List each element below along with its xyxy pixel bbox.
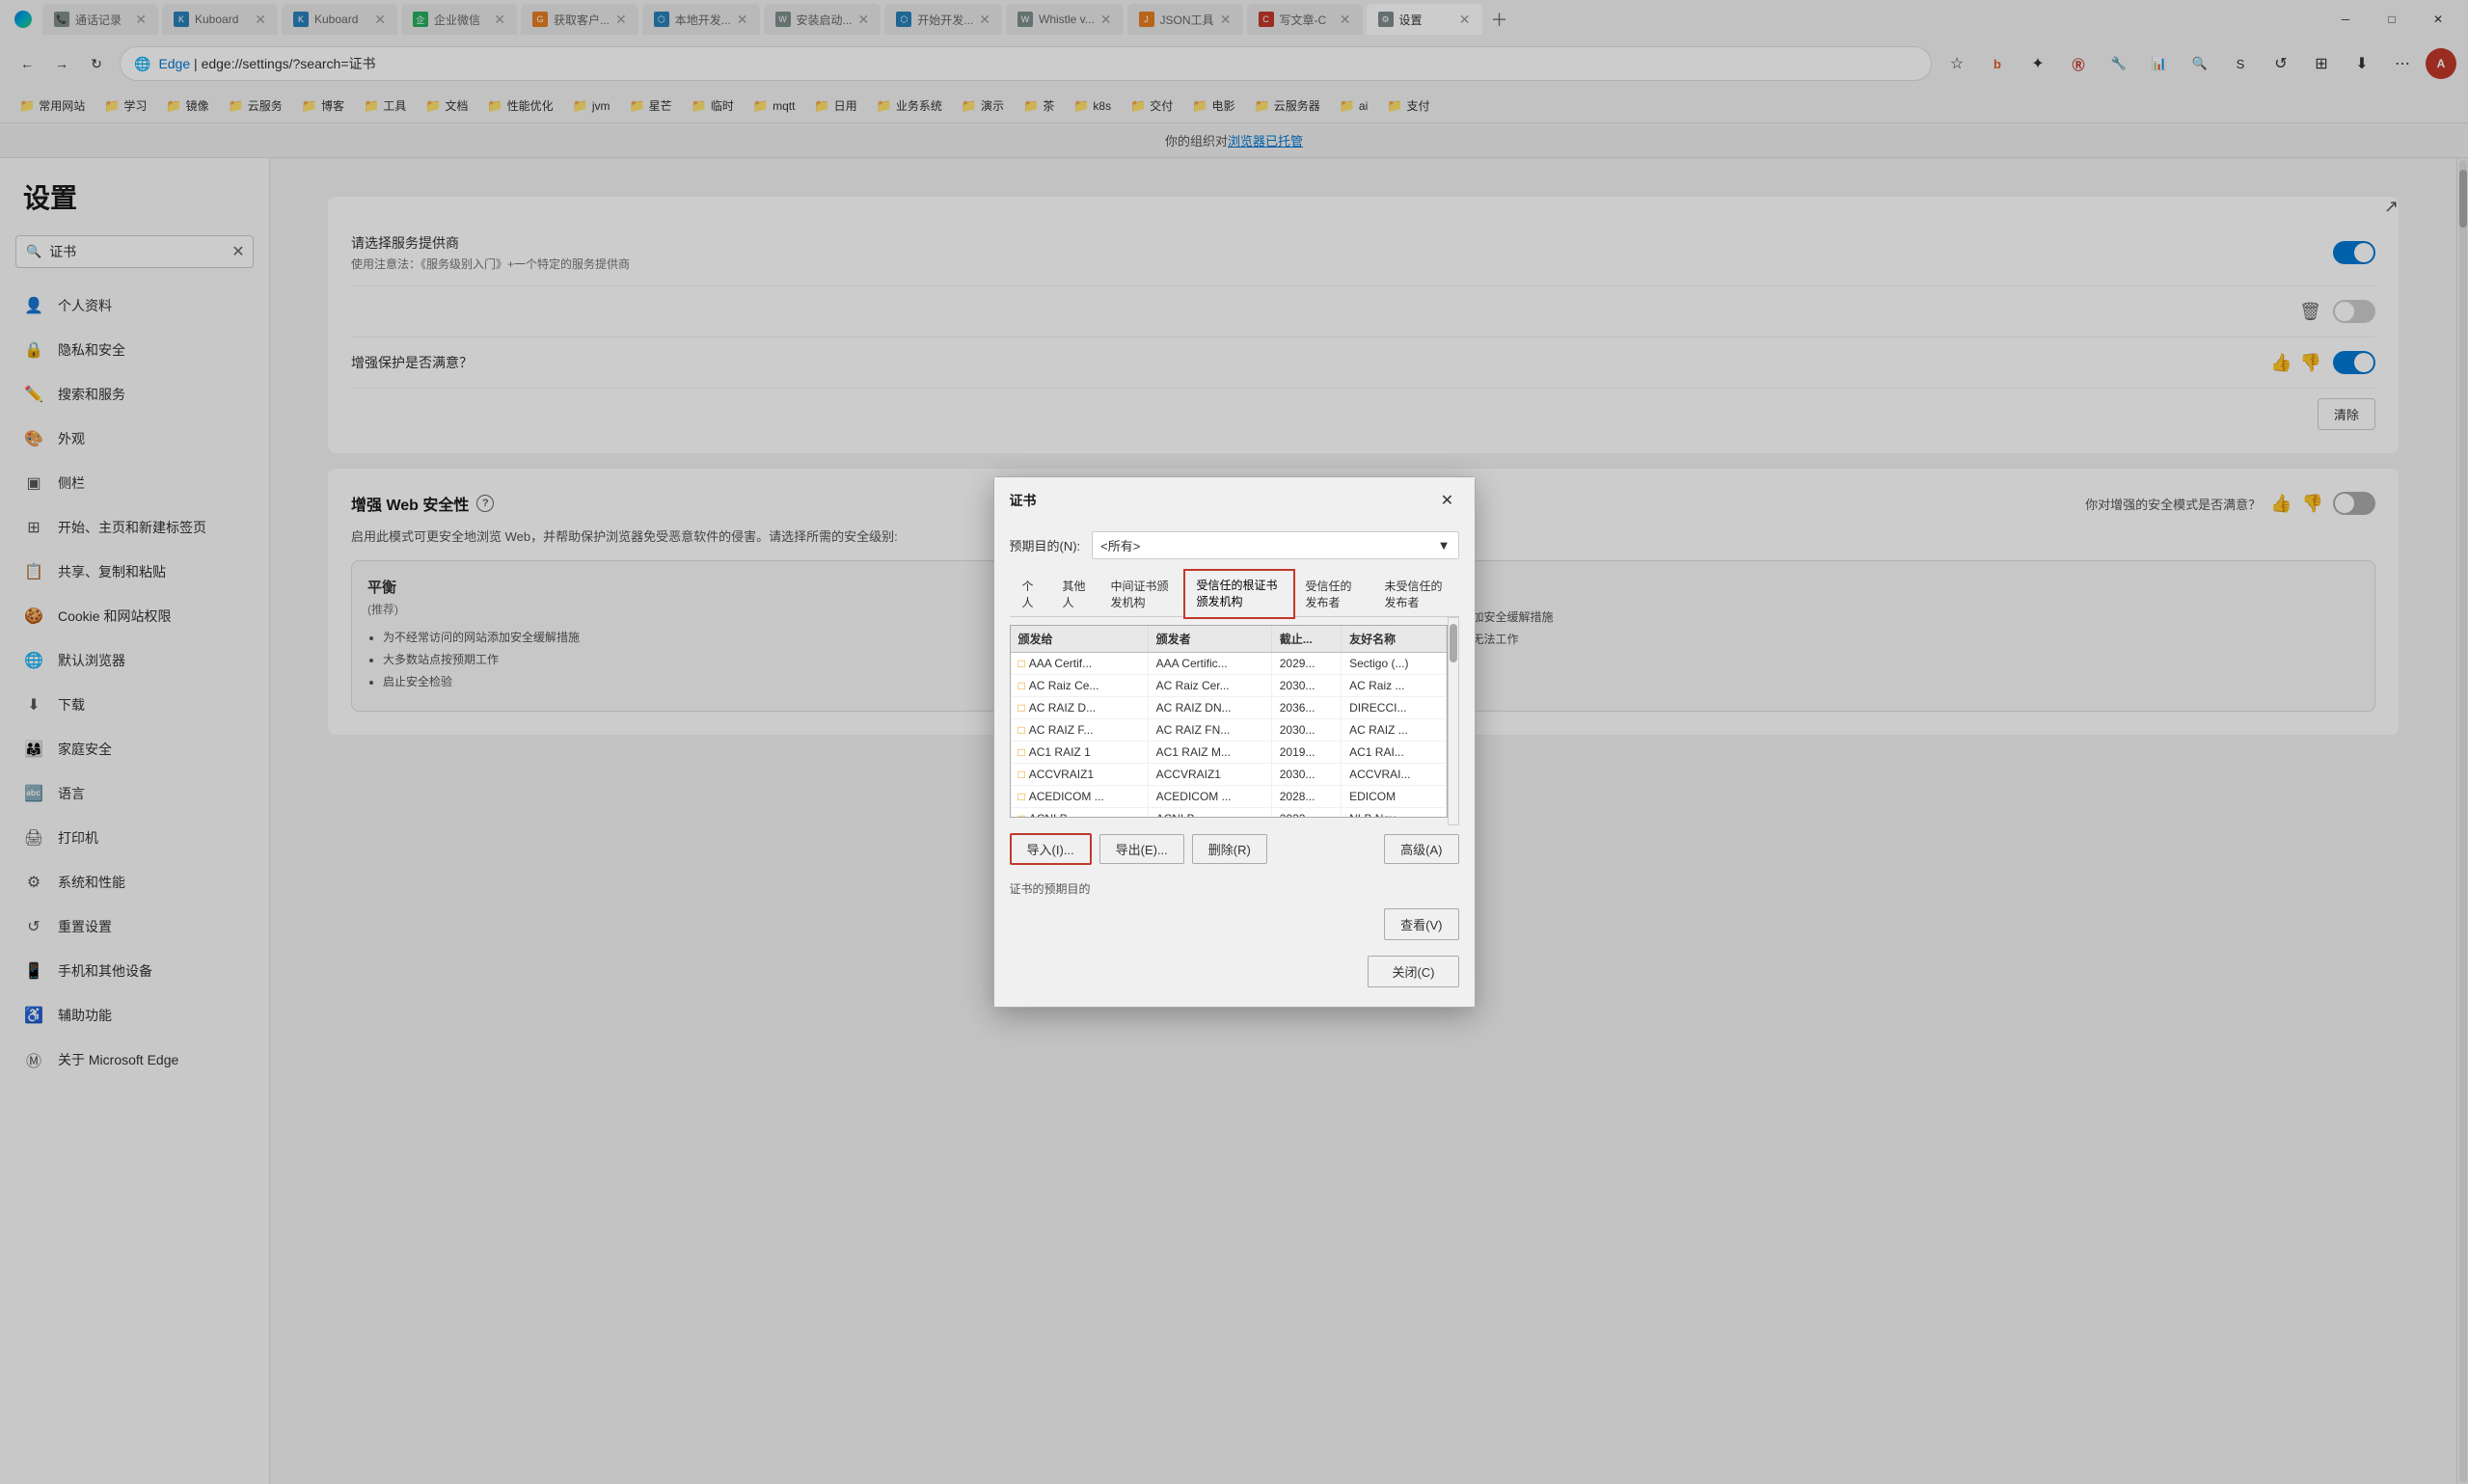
cert-icon-5: □ bbox=[1018, 768, 1025, 781]
cert-issuer-6: ACEDICOM ... bbox=[1148, 786, 1271, 808]
cert-expires-4: 2019... bbox=[1271, 742, 1341, 764]
cert-issuer-0: AAA Certific... bbox=[1148, 653, 1271, 675]
cert-issued-to-3: □AC RAIZ F... bbox=[1011, 719, 1149, 742]
cert-friendly-6: EDICOM bbox=[1342, 786, 1446, 808]
dialog-close-main-button[interactable]: 关闭(C) bbox=[1368, 956, 1458, 987]
export-button[interactable]: 导出(E)... bbox=[1099, 834, 1184, 864]
dialog-title-bar: 证书 ✕ bbox=[994, 477, 1475, 520]
cert-row-6[interactable]: □ACEDICOM ... ACEDICOM ... 2028... EDICO… bbox=[1011, 786, 1447, 808]
dialog-purpose-value: <所有> bbox=[1100, 536, 1140, 554]
cert-row-7[interactable]: □ACNLB ACNLB 2023... NLB Nov... bbox=[1011, 808, 1447, 819]
cert-friendly-4: AC1 RAI... bbox=[1342, 742, 1446, 764]
cert-issued-to-6: □ACEDICOM ... bbox=[1011, 786, 1149, 808]
cert-expires-2: 2036... bbox=[1271, 697, 1341, 719]
cert-icon-4: □ bbox=[1018, 745, 1025, 759]
cert-issued-to-1: □AC Raiz Ce... bbox=[1011, 675, 1149, 697]
table-scrollbar[interactable] bbox=[1448, 617, 1459, 825]
cert-row-0[interactable]: □AAA Certif... AAA Certific... 2029... S… bbox=[1011, 653, 1447, 675]
cert-issued-to-0: □AAA Certif... bbox=[1011, 653, 1149, 675]
dialog-tabs: 个人 其他人 中间证书颁发机构 受信任的根证书颁发机构 受信任的发布者 未受信任… bbox=[1010, 571, 1459, 617]
cert-issuer-7: ACNLB bbox=[1148, 808, 1271, 819]
dialog-purpose-info-text: 证书的预期目的 bbox=[1010, 877, 1459, 904]
cert-icon-7: □ bbox=[1018, 812, 1025, 818]
certificate-dialog: 证书 ✕ 预期目的(N): <所有> ▼ 个人 其他人 bbox=[993, 476, 1476, 1008]
delete-button[interactable]: 删除(R) bbox=[1192, 834, 1267, 864]
dialog-close-x-button[interactable]: ✕ bbox=[1436, 489, 1459, 512]
chevron-down-icon: ▼ bbox=[1438, 538, 1451, 553]
col-issued-to: 颁发给 bbox=[1011, 626, 1149, 653]
cert-icon-1: □ bbox=[1018, 679, 1025, 692]
cert-issued-to-2: □AC RAIZ D... bbox=[1011, 697, 1149, 719]
dialog-tab-untrusted-publishers[interactable]: 未受信任的发布者 bbox=[1372, 571, 1459, 617]
dialog-title-text: 证书 bbox=[1010, 491, 1037, 510]
dialog-tab-trusted-root-ca[interactable]: 受信任的根证书颁发机构 bbox=[1185, 571, 1293, 617]
cert-row-1[interactable]: □AC Raiz Ce... AC Raiz Cer... 2030... AC… bbox=[1011, 675, 1447, 697]
cert-icon-6: □ bbox=[1018, 790, 1025, 803]
cert-row-4[interactable]: □AC1 RAIZ 1 AC1 RAIZ M... 2019... AC1 RA… bbox=[1011, 742, 1447, 764]
cert-icon-0: □ bbox=[1018, 657, 1025, 670]
cert-expires-7: 2023... bbox=[1271, 808, 1341, 819]
table-scrollbar-track bbox=[1449, 618, 1458, 824]
import-button[interactable]: 导入(I)... bbox=[1010, 833, 1092, 865]
cert-expires-5: 2030... bbox=[1271, 764, 1341, 786]
cert-issuer-1: AC Raiz Cer... bbox=[1148, 675, 1271, 697]
cert-issuer-4: AC1 RAIZ M... bbox=[1148, 742, 1271, 764]
col-friendly: 友好名称 bbox=[1342, 626, 1446, 653]
dialog-footer: 关闭(C) bbox=[1010, 948, 1459, 995]
cert-issued-to-4: □AC1 RAIZ 1 bbox=[1011, 742, 1149, 764]
cert-expires-3: 2030... bbox=[1271, 719, 1341, 742]
cert-icon-3: □ bbox=[1018, 723, 1025, 737]
cert-row-5[interactable]: □ACCVRAIZ1 ACCVRAIZ1 2030... ACCVRAI... bbox=[1011, 764, 1447, 786]
cert-issuer-5: ACCVRAIZ1 bbox=[1148, 764, 1271, 786]
dialog-body: 预期目的(N): <所有> ▼ 个人 其他人 中间证书颁发机构 受信任的根 bbox=[994, 520, 1475, 1007]
cert-table-container: 颁发给 颁发者 截止... 友好名称 □AAA Certif... AAA Ce… bbox=[1010, 617, 1459, 825]
col-issuer: 颁发者 bbox=[1148, 626, 1271, 653]
cert-friendly-7: NLB Nov... bbox=[1342, 808, 1446, 819]
cert-icon-2: □ bbox=[1018, 701, 1025, 715]
dialog-tab-trusted-publishers[interactable]: 受信任的发布者 bbox=[1293, 571, 1372, 617]
dialog-tab-intermediate-ca[interactable]: 中间证书颁发机构 bbox=[1098, 571, 1185, 617]
dialog-actions: 导入(I)... 导出(E)... 删除(R) 高级(A) bbox=[1010, 825, 1459, 877]
dialog-purpose-label: 预期目的(N): bbox=[1010, 536, 1081, 554]
cert-friendly-1: AC Raiz ... bbox=[1342, 675, 1446, 697]
advanced-button[interactable]: 高级(A) bbox=[1384, 834, 1458, 864]
table-scrollbar-thumb[interactable] bbox=[1450, 624, 1457, 662]
dialog-purpose-select[interactable]: <所有> ▼ bbox=[1092, 531, 1458, 559]
col-expires: 截止... bbox=[1271, 626, 1341, 653]
cert-issued-to-7: □ACNLB bbox=[1011, 808, 1149, 819]
dialog-tab-others[interactable]: 其他人 bbox=[1050, 571, 1098, 617]
dialog-overlay: 证书 ✕ 预期目的(N): <所有> ▼ 个人 其他人 bbox=[0, 0, 2468, 1484]
cert-expires-6: 2028... bbox=[1271, 786, 1341, 808]
dialog-view-row: 查看(V) bbox=[1010, 904, 1459, 948]
cert-friendly-3: AC RAIZ ... bbox=[1342, 719, 1446, 742]
dialog-tab-personal[interactable]: 个人 bbox=[1010, 571, 1050, 617]
cert-issued-to-5: □ACCVRAIZ1 bbox=[1011, 764, 1149, 786]
cert-expires-1: 2030... bbox=[1271, 675, 1341, 697]
cert-issuer-2: AC RAIZ DN... bbox=[1148, 697, 1271, 719]
cert-table-wrapper: 颁发给 颁发者 截止... 友好名称 □AAA Certif... AAA Ce… bbox=[1010, 625, 1448, 818]
cert-issuer-3: AC RAIZ FN... bbox=[1148, 719, 1271, 742]
cert-row-2[interactable]: □AC RAIZ D... AC RAIZ DN... 2036... DIRE… bbox=[1011, 697, 1447, 719]
cert-table: 颁发给 颁发者 截止... 友好名称 □AAA Certif... AAA Ce… bbox=[1011, 626, 1447, 818]
cert-row-3[interactable]: □AC RAIZ F... AC RAIZ FN... 2030... AC R… bbox=[1011, 719, 1447, 742]
cert-friendly-5: ACCVRAI... bbox=[1342, 764, 1446, 786]
cert-expires-0: 2029... bbox=[1271, 653, 1341, 675]
view-button[interactable]: 查看(V) bbox=[1384, 908, 1458, 940]
dialog-purpose-row: 预期目的(N): <所有> ▼ bbox=[1010, 531, 1459, 559]
cert-friendly-2: DIRECCI... bbox=[1342, 697, 1446, 719]
cert-friendly-0: Sectigo (...) bbox=[1342, 653, 1446, 675]
